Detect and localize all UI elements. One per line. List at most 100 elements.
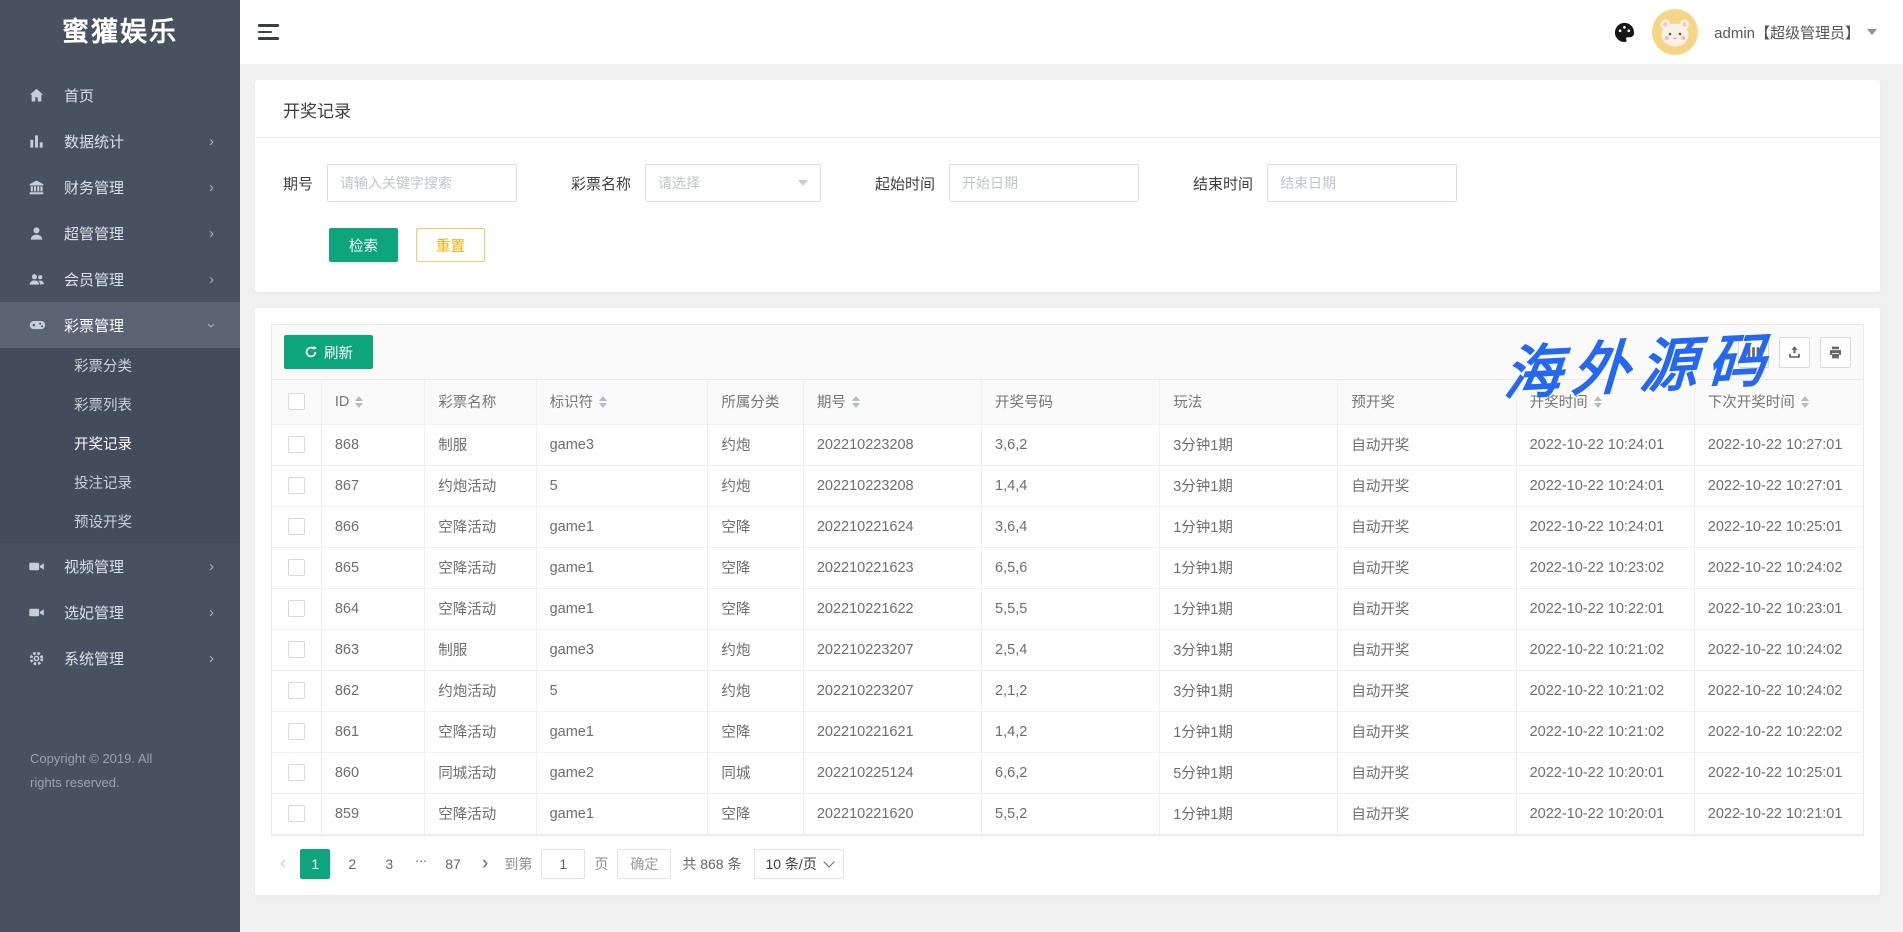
cell-category: 同城	[708, 752, 803, 793]
row-checkbox[interactable]	[288, 682, 305, 699]
submenu-item[interactable]: 预设开奖	[0, 504, 240, 543]
lottery-select[interactable]: 请选择	[645, 164, 821, 202]
prev-page-button[interactable]: ‹	[273, 849, 293, 879]
cell-code: game1	[536, 588, 708, 629]
cell-open_time: 2022-10-22 10:24:01	[1516, 424, 1694, 465]
cell-preopen: 自动开奖	[1338, 711, 1516, 752]
column-label: 标识符	[550, 391, 594, 412]
submenu-item[interactable]: 开奖记录	[0, 426, 240, 465]
row-checkbox[interactable]	[288, 764, 305, 781]
cell-category: 空降	[708, 793, 803, 834]
user-avatar[interactable]	[1652, 9, 1698, 55]
next-page-button[interactable]: ›	[475, 849, 495, 879]
column-header-open_time[interactable]: 开奖时间	[1516, 380, 1694, 424]
sidebar-item-label: 选妃管理	[64, 602, 209, 623]
column-label: 所属分类	[721, 391, 779, 412]
sidebar-item-3[interactable]: 超管管理›	[0, 210, 240, 256]
page-button-87[interactable]: 87	[438, 849, 468, 879]
sort-icon[interactable]	[599, 396, 607, 409]
submenu-item[interactable]: 投注记录	[0, 465, 240, 504]
reset-button[interactable]: 重置	[416, 228, 485, 262]
cell-issue: 202210225124	[803, 752, 981, 793]
row-checkbox[interactable]	[288, 641, 305, 658]
sidebar-item-label: 会员管理	[64, 269, 209, 290]
cell-preopen: 自动开奖	[1338, 506, 1516, 547]
sidebar-menu: 首页数据统计›财务管理›超管管理›会员管理›彩票管理›彩票分类彩票列表开奖记录投…	[0, 72, 240, 681]
cell-issue: 202210223207	[803, 670, 981, 711]
sort-icon[interactable]	[1594, 396, 1602, 409]
sidebar-item-6[interactable]: 视频管理›	[0, 543, 240, 589]
table-row: 861空降活动game1空降2022102216211,4,21分钟1期自动开奖…	[272, 711, 1863, 752]
cell-numbers: 5,5,2	[982, 793, 1160, 834]
filter-columns-button[interactable]	[1738, 337, 1769, 368]
row-checkbox[interactable]	[288, 600, 305, 617]
cell-preopen: 自动开奖	[1338, 793, 1516, 834]
row-checkbox[interactable]	[288, 559, 305, 576]
export-button[interactable]	[1779, 337, 1810, 368]
sidebar-item-5[interactable]: 彩票管理›	[0, 302, 240, 348]
refresh-button[interactable]: 刷新	[284, 335, 373, 369]
records-table: ID彩票名称标识符所属分类期号开奖号码玩法预开奖开奖时间下次开奖时间 868制服…	[272, 380, 1863, 835]
submenu-item[interactable]: 彩票列表	[0, 387, 240, 426]
submenu-item[interactable]: 彩票分类	[0, 348, 240, 387]
user-menu[interactable]: admin【超级管理员】	[1714, 22, 1877, 43]
sidebar-item-2[interactable]: 财务管理›	[0, 164, 240, 210]
cell-name: 空降活动	[425, 588, 536, 629]
sidebar-item-4[interactable]: 会员管理›	[0, 256, 240, 302]
row-checkbox[interactable]	[288, 805, 305, 822]
sidebar-item-label: 财务管理	[64, 177, 209, 198]
cell-play: 1分钟1期	[1160, 793, 1338, 834]
column-header-next_time[interactable]: 下次开奖时间	[1694, 380, 1863, 424]
start-date-input[interactable]	[949, 164, 1139, 202]
filter-card: 开奖记录 期号 彩票名称 请选择 起始时间	[255, 80, 1880, 292]
column-header-code[interactable]: 标识符	[536, 380, 708, 424]
row-checkbox[interactable]	[288, 723, 305, 740]
print-button[interactable]	[1820, 337, 1851, 368]
cell-name: 空降活动	[425, 711, 536, 752]
sort-icon[interactable]	[1801, 396, 1809, 409]
goto-page-input[interactable]	[541, 849, 585, 879]
column-label: 开奖时间	[1530, 391, 1588, 412]
chevron-down-icon	[1867, 29, 1877, 40]
row-checkbox[interactable]	[288, 436, 305, 453]
cell-issue: 202210223208	[803, 424, 981, 465]
page-button-1[interactable]: 1	[300, 849, 330, 879]
chevron-right-icon: ›	[209, 559, 214, 574]
cell-play: 5分钟1期	[1160, 752, 1338, 793]
table-body: 868制服game3约炮2022102232083,6,23分钟1期自动开奖20…	[272, 424, 1863, 834]
sort-icon[interactable]	[355, 396, 363, 409]
cell-name: 空降活动	[425, 793, 536, 834]
cell-code: 5	[536, 465, 708, 506]
sort-icon[interactable]	[852, 396, 860, 409]
per-page-select[interactable]: 10 条/页	[754, 849, 843, 879]
table-row: 859空降活动game1空降2022102216205,5,21分钟1期自动开奖…	[272, 793, 1863, 834]
row-checkbox[interactable]	[288, 518, 305, 535]
chevron-right-icon: ›	[209, 134, 214, 149]
select-all-checkbox[interactable]	[288, 393, 305, 410]
column-header-id[interactable]: ID	[321, 380, 424, 424]
cell-code: game3	[536, 629, 708, 670]
column-header-numbers: 开奖号码	[982, 380, 1160, 424]
refresh-icon	[304, 345, 318, 359]
search-button[interactable]: 检索	[329, 228, 398, 262]
cell-next_time: 2022-10-22 10:24:02	[1694, 547, 1863, 588]
sidebar-item-8[interactable]: 系统管理›	[0, 635, 240, 681]
page-button-3[interactable]: 3	[374, 849, 404, 879]
end-date-input[interactable]	[1267, 164, 1457, 202]
table-row: 868制服game3约炮2022102232083,6,23分钟1期自动开奖20…	[272, 424, 1863, 465]
sidebar-item-1[interactable]: 数据统计›	[0, 118, 240, 164]
print-icon	[1828, 345, 1843, 360]
cell-next_time: 2022-10-22 10:24:02	[1694, 670, 1863, 711]
sidebar-item-7[interactable]: 选妃管理›	[0, 589, 240, 635]
bank-icon	[28, 178, 48, 196]
column-header-issue[interactable]: 期号	[803, 380, 981, 424]
column-label: 玩法	[1173, 391, 1202, 412]
page-button-2[interactable]: 2	[337, 849, 367, 879]
goto-confirm-button[interactable]: 确定	[617, 849, 671, 879]
issue-search-input[interactable]	[327, 164, 517, 202]
sidebar-item-0[interactable]: 首页	[0, 72, 240, 118]
sidebar-toggle-icon[interactable]	[258, 20, 280, 44]
cell-category: 约炮	[708, 670, 803, 711]
theme-palette-icon[interactable]	[1613, 21, 1636, 44]
row-checkbox[interactable]	[288, 477, 305, 494]
